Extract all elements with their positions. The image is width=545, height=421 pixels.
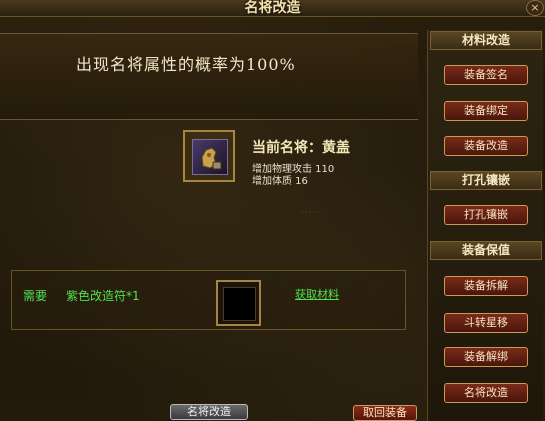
attribute-line: 增加体质 16 (252, 176, 308, 187)
current-general-name: 当前名将：黄盖 (252, 140, 350, 156)
equipment-slot[interactable] (183, 130, 235, 182)
sidebar-header-socket: 打孔镶嵌 (430, 171, 542, 190)
material-slot[interactable] (216, 280, 261, 326)
close-button[interactable]: × (526, 0, 544, 16)
general-modify-action-button[interactable]: 名将改造 (170, 404, 248, 420)
equipment-icon (192, 139, 228, 175)
modify-equipment-button[interactable]: 装备改造 (444, 136, 528, 156)
sidebar-header-preserve: 装备保值 (430, 241, 542, 260)
star-transfer-button[interactable]: 斗转星移 (444, 313, 528, 333)
sidebar-header-material-craft: 材料改造 (430, 31, 542, 50)
probability-text: 出现名将属性的概率为100% (76, 55, 296, 74)
requirement-item: 紫色改造符*1 (66, 289, 140, 303)
requirement-label: 需要 (23, 289, 48, 303)
window-title: 名将改造 (244, 0, 301, 16)
socket-inlay-button[interactable]: 打孔镶嵌 (444, 205, 528, 225)
sign-equipment-button[interactable]: 装备签名 (444, 65, 528, 85)
unbind-equipment-button[interactable]: 装备解绑 (444, 347, 528, 367)
get-material-link[interactable]: 获取材料 (295, 286, 339, 302)
dismantle-equipment-button[interactable]: 装备拆解 (444, 276, 528, 296)
material-slot-empty (223, 287, 256, 321)
probability-panel (0, 33, 418, 120)
bind-equipment-button[interactable]: 装备绑定 (444, 101, 528, 121)
retrieve-equipment-button[interactable]: 取回装备 (353, 405, 417, 421)
title-bar: 名将改造 (0, 0, 545, 17)
general-modify-tab-button[interactable]: 名将改造 (444, 383, 528, 403)
